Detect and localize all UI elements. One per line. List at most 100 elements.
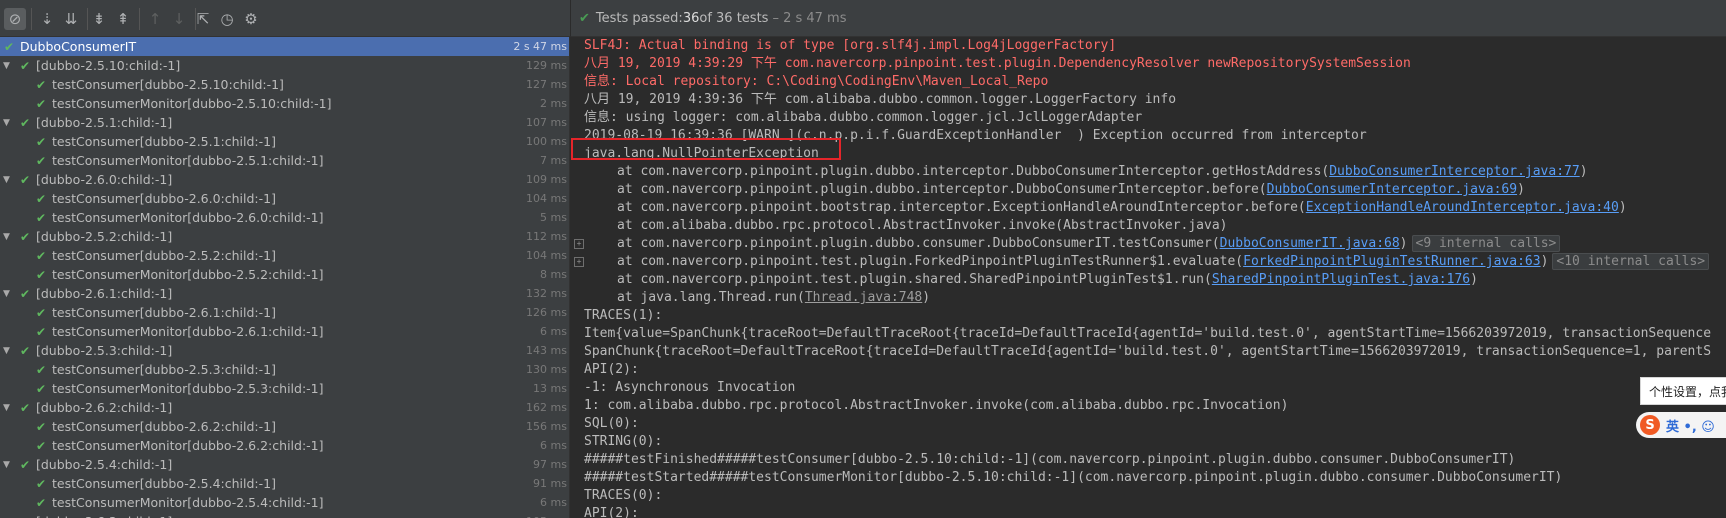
tree-group-item[interactable]: ▼ ✔ [dubbo-2.5.3:child:-1] 143 ms xyxy=(0,341,569,360)
tree-test-item[interactable]: ✔ testConsumer[dubbo-2.5.4:child:-1] 91 ms xyxy=(0,474,569,493)
console-line: 信息: using logger: com.alibaba.dubbo.comm… xyxy=(570,109,1726,127)
tree-item-label: DubboConsumerIT xyxy=(20,39,137,54)
internal-calls-fold[interactable]: <9 internal calls> xyxy=(1411,235,1561,252)
test-passed-icon: ✔ xyxy=(35,305,47,320)
sort-alphabetically-button[interactable]: ⇣ xyxy=(36,8,58,30)
status-duration: – 2 s 47 ms xyxy=(772,10,847,26)
stack-trace-line: at com.navercorp.pinpoint.bootstrap.inte… xyxy=(570,199,1726,217)
test-passed-icon: ✔ xyxy=(19,400,31,415)
history-button[interactable]: ◷ xyxy=(216,8,238,30)
tree-test-item[interactable]: ✔ testConsumerMonitor[dubbo-2.6.1:child:-… xyxy=(0,322,569,341)
source-file-link[interactable]: DubboConsumerInterceptor.java:69 xyxy=(1267,182,1517,197)
tree-item-label: testConsumer[dubbo-2.5.3:child:-1] xyxy=(52,362,276,377)
ime-status-bar[interactable]: S 英 •, ☺ xyxy=(1636,412,1726,438)
tree-group-item[interactable]: ▼ ✔ [dubbo-2.5.1:child:-1] 107 ms xyxy=(0,113,569,132)
tree-test-item[interactable]: ✔ testConsumerMonitor[dubbo-2.6.0:child:-… xyxy=(0,208,569,227)
tree-test-item[interactable]: ✔ testConsumerMonitor[dubbo-2.5.4:child:-… xyxy=(0,493,569,512)
expand-arrow-icon[interactable]: ▼ xyxy=(3,289,13,299)
test-passed-icon: ✔ xyxy=(19,58,31,73)
console-text: ) xyxy=(1470,272,1478,287)
test-passed-icon: ✔ xyxy=(35,267,47,282)
tree-test-item[interactable]: ✔ testConsumer[dubbo-2.5.1:child:-1] 100 m… xyxy=(0,132,569,151)
tree-item-duration: 109 ms xyxy=(526,173,567,186)
test-passed-icon: ✔ xyxy=(35,96,47,111)
tree-test-item[interactable]: ✔ testConsumer[dubbo-2.5.2:child:-1] 104 m… xyxy=(0,246,569,265)
tree-item-duration: 156 ms xyxy=(526,420,567,433)
source-file-link[interactable]: DubboConsumerInterceptor.java:77 xyxy=(1329,164,1579,179)
tree-test-item[interactable]: ✔ testConsumer[dubbo-2.6.2:child:-1] 156 m… xyxy=(0,417,569,436)
internal-calls-fold[interactable]: <10 internal calls> xyxy=(1552,253,1710,270)
expand-arrow-icon[interactable]: ▼ xyxy=(3,346,13,356)
expand-arrow-icon[interactable]: ▼ xyxy=(3,61,13,71)
tree-test-item[interactable]: ✔ testConsumer[dubbo-2.5.3:child:-1] 130 m… xyxy=(0,360,569,379)
console-line: java.lang.NullPointerException xyxy=(570,145,1726,163)
expand-fold-icon[interactable]: + xyxy=(574,239,584,249)
tree-item-duration: 132 ms xyxy=(526,287,567,300)
expand-arrow-icon[interactable]: ▼ xyxy=(3,460,13,470)
next-failed-button[interactable]: ↓ xyxy=(168,8,190,30)
stack-trace-line: + at com.navercorp.pinpoint.test.plugin.F… xyxy=(570,253,1726,271)
tree-test-item[interactable]: ✔ testConsumer[dubbo-2.6.0:child:-1] 104 m… xyxy=(0,189,569,208)
ime-mode-text[interactable]: 英 •, ☺ xyxy=(1666,416,1715,435)
tree-item-label: testConsumerMonitor[dubbo-2.5.10:child:-… xyxy=(52,96,332,111)
tree-group-item[interactable]: ▼ ✔ [dubbo-2.5.10:child:-1] 129 ms xyxy=(0,56,569,75)
console-text: SLF4J: Actual binding is of type [org.sl… xyxy=(584,38,1117,53)
collapse-all-button[interactable]: ⇞ xyxy=(112,8,134,30)
status-suffix: of 36 tests xyxy=(699,10,769,26)
tree-item-label: [dubbo-2.6.1:child:-1] xyxy=(36,286,173,301)
tree-test-item[interactable]: ✔ testConsumer[dubbo-2.6.1:child:-1] 126 m… xyxy=(0,303,569,322)
tree-group-item[interactable]: ▼ ✔ [dubbo-2.5.2:child:-1] 112 ms xyxy=(0,227,569,246)
tree-test-item[interactable]: ✔ testConsumerMonitor[dubbo-2.5.2:child:-… xyxy=(0,265,569,284)
test-results-tree[interactable]: ✔ DubboConsumerIT 2 s 47 ms ▼ ✔ [dubbo-2.5.10… xyxy=(0,37,570,518)
tree-group-item[interactable]: ▼ ✔ [dubbo-2.6.0:child:-1] 109 ms xyxy=(0,170,569,189)
console-line: TRACES(0): xyxy=(570,487,1726,505)
expand-arrow-icon[interactable]: ▼ xyxy=(3,118,13,128)
console-text: 信息: using logger: com.alibaba.dubbo.comm… xyxy=(584,110,1143,125)
console-line: API(2): xyxy=(570,361,1726,379)
test-passed-icon: ✔ xyxy=(35,153,47,168)
previous-failed-button[interactable]: ↑ xyxy=(144,8,166,30)
source-file-link[interactable]: ForkedPinpointPluginTestRunner.java:63 xyxy=(1243,254,1540,269)
console-text: 1: com.alibaba.dubbo.rpc.protocol.Abstra… xyxy=(584,398,1289,413)
console-line: 八月 19, 2019 4:39:36 下午 com.alibaba.dubbo… xyxy=(570,91,1726,109)
tree-item-label: [dubbo-2.6.2:child:-1] xyxy=(36,400,173,415)
sort-by-duration-button[interactable]: ⇊ xyxy=(60,8,82,30)
console-line: API(2): xyxy=(570,505,1726,518)
tree-test-item[interactable]: ✔ testConsumerMonitor[dubbo-2.5.1:child:-… xyxy=(0,151,569,170)
tree-group-item[interactable]: ▼ ✔ [dubbo-2.6.1:child:-1] 132 ms xyxy=(0,284,569,303)
test-passed-icon: ✔ xyxy=(35,191,47,206)
source-file-link[interactable]: DubboConsumerIT.java:68 xyxy=(1220,236,1400,251)
console-text: 八月 19, 2019 4:39:36 下午 com.alibaba.dubbo… xyxy=(584,92,1177,107)
tree-item-duration: 7 ms xyxy=(540,154,567,167)
expand-fold-icon[interactable]: + xyxy=(574,257,584,267)
tree-item-label: testConsumer[dubbo-2.5.2:child:-1] xyxy=(52,248,276,263)
tree-group-item[interactable]: ▼ ✔ [dubbo-2.5.4:child:-1] 97 ms xyxy=(0,455,569,474)
tree-item-label: testConsumerMonitor[dubbo-2.6.2:child:-1… xyxy=(52,438,324,453)
show-passed-toggle-button[interactable]: ⊘ xyxy=(4,8,26,30)
expand-arrow-icon[interactable]: ▼ xyxy=(3,232,13,242)
tree-root-item[interactable]: ✔ DubboConsumerIT 2 s 47 ms xyxy=(0,37,569,56)
console-text: 信息: Local repository: C:\Coding\CodingEn… xyxy=(584,74,1049,89)
stack-trace-line: at java.lang.Thread.run(Thread.java:748) xyxy=(570,289,1726,307)
tree-test-item[interactable]: ✔ testConsumerMonitor[dubbo-2.5.3:child:-… xyxy=(0,379,569,398)
tree-group-item[interactable]: ▼✔[dubbo-2.6.3:child:-1]105 ms xyxy=(0,512,569,518)
console-text: at com.navercorp.pinpoint.bootstrap.inte… xyxy=(617,200,1306,215)
export-button[interactable]: ⇱ xyxy=(192,8,214,30)
test-passed-icon: ✔ xyxy=(35,419,47,434)
source-file-link[interactable]: Thread.java:748 xyxy=(805,290,922,305)
tree-test-item[interactable]: ✔ testConsumerMonitor[dubbo-2.6.2:child:-… xyxy=(0,436,569,455)
tree-item-label: testConsumer[dubbo-2.5.10:child:-1] xyxy=(52,77,284,92)
expand-arrow-icon[interactable]: ▼ xyxy=(3,403,13,413)
tree-test-item[interactable]: ✔ testConsumer[dubbo-2.5.10:child:-1] 127 … xyxy=(0,75,569,94)
source-file-link[interactable]: SharedPinpointPluginTest.java:176 xyxy=(1212,272,1470,287)
console-output[interactable]: SLF4J: Actual binding is of type [org.sl… xyxy=(570,37,1726,518)
tree-item-label: [dubbo-2.5.4:child:-1] xyxy=(36,457,173,472)
expand-all-button[interactable]: ⇟ xyxy=(88,8,110,30)
settings-button[interactable]: ⚙ xyxy=(240,8,262,30)
source-file-link[interactable]: ExceptionHandleAroundInterceptor.java:40 xyxy=(1306,200,1619,215)
sogou-logo-icon[interactable]: S xyxy=(1640,415,1660,435)
tree-group-item[interactable]: ▼ ✔ [dubbo-2.6.2:child:-1] 162 ms xyxy=(0,398,569,417)
expand-arrow-icon[interactable]: ▼ xyxy=(3,175,13,185)
tree-test-item[interactable]: ✔ testConsumerMonitor[dubbo-2.5.10:child:… xyxy=(0,94,569,113)
tree-item-label: [dubbo-2.5.1:child:-1] xyxy=(36,115,173,130)
